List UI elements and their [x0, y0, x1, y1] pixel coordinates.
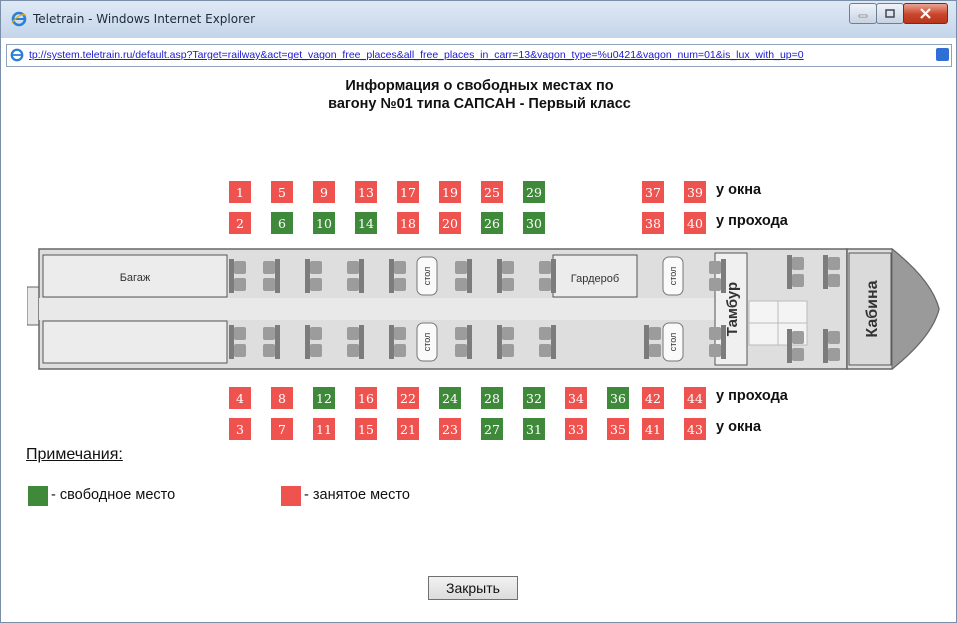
seat-18[interactable]: 18 [397, 212, 419, 234]
seat-38[interactable]: 38 [642, 212, 664, 234]
row-label-bottom-window: у окна [716, 419, 762, 435]
seat-44[interactable]: 44 [684, 387, 706, 409]
ie-logo-icon [11, 11, 27, 32]
baggage-label: Багаж [120, 272, 151, 284]
table-label-4: стол [668, 333, 678, 352]
seat-21[interactable]: 21 [397, 418, 419, 440]
seat-4[interactable]: 4 [229, 387, 251, 409]
seat-26[interactable]: 26 [481, 212, 503, 234]
seat-40[interactable]: 40 [684, 212, 706, 234]
seat-23[interactable]: 23 [439, 418, 461, 440]
cabin-label: Кабина [864, 280, 881, 337]
seat-22[interactable]: 22 [397, 387, 419, 409]
seat-13[interactable]: 13 [355, 181, 377, 203]
close-button[interactable]: Закрыть [428, 576, 518, 600]
seat-41[interactable]: 41 [642, 418, 664, 440]
maximize-button[interactable] [876, 3, 904, 24]
seat-2[interactable]: 2 [229, 212, 251, 234]
train-car-diagram: Багаж Гардероб стол стол стол стол Тамбу… [27, 247, 940, 371]
seat-37[interactable]: 37 [642, 181, 664, 203]
legend-free-swatch [28, 486, 48, 506]
page-title: Информация о свободных местах по вагону … [1, 77, 957, 113]
maximize-icon [885, 9, 895, 18]
row-label-bottom-aisle: у прохода [716, 388, 788, 404]
seat-3[interactable]: 3 [229, 418, 251, 440]
minimize-icon [858, 14, 868, 17]
close-icon [920, 8, 931, 19]
seat-35[interactable]: 35 [607, 418, 629, 440]
page-action-icon[interactable] [936, 48, 949, 61]
seat-9[interactable]: 9 [313, 181, 335, 203]
seat-1[interactable]: 1 [229, 181, 251, 203]
wardrobe-label: Гардероб [571, 273, 619, 285]
seat-31[interactable]: 31 [523, 418, 545, 440]
legend-occupied-swatch [281, 486, 301, 506]
close-window-button[interactable] [903, 3, 948, 24]
browser-window: Teletrain - Windows Internet Explorer tp… [0, 0, 957, 623]
seat-10[interactable]: 10 [313, 212, 335, 234]
row-label-top-aisle: у прохода [716, 213, 788, 229]
legend-occupied-label: - занятое место [304, 487, 410, 503]
seat-5[interactable]: 5 [271, 181, 293, 203]
row-label-top-window: у окна [716, 182, 762, 198]
seat-11[interactable]: 11 [313, 418, 335, 440]
seat-32[interactable]: 32 [523, 387, 545, 409]
vestibule-label: Тамбур [724, 282, 741, 336]
table-label-1: стол [422, 267, 432, 286]
seat-29[interactable]: 29 [523, 181, 545, 203]
seat-19[interactable]: 19 [439, 181, 461, 203]
seat-20[interactable]: 20 [439, 212, 461, 234]
title-line-1: Информация о свободных местах по [345, 78, 614, 94]
address-bar[interactable]: tp://system.teletrain.ru/default.asp?Tar… [6, 44, 952, 67]
seat-17[interactable]: 17 [397, 181, 419, 203]
seat-27[interactable]: 27 [481, 418, 503, 440]
title-bar: Teletrain - Windows Internet Explorer [1, 1, 956, 38]
notes-heading: Примечания: [26, 446, 123, 463]
seat-12[interactable]: 12 [313, 387, 335, 409]
seat-7[interactable]: 7 [271, 418, 293, 440]
seat-33[interactable]: 33 [565, 418, 587, 440]
seat-8[interactable]: 8 [271, 387, 293, 409]
seat-39[interactable]: 39 [684, 181, 706, 203]
address-url[interactable]: tp://system.teletrain.ru/default.asp?Tar… [29, 49, 929, 61]
window-title: Teletrain - Windows Internet Explorer [33, 12, 256, 26]
minimize-button[interactable] [849, 3, 877, 24]
seat-6[interactable]: 6 [271, 212, 293, 234]
seat-28[interactable]: 28 [481, 387, 503, 409]
seat-15[interactable]: 15 [355, 418, 377, 440]
table-label-2: стол [422, 333, 432, 352]
seat-25[interactable]: 25 [481, 181, 503, 203]
seat-43[interactable]: 43 [684, 418, 706, 440]
seat-16[interactable]: 16 [355, 387, 377, 409]
table-label-3: стол [668, 267, 678, 286]
seat-34[interactable]: 34 [565, 387, 587, 409]
page-ie-icon [10, 48, 24, 67]
seat-36[interactable]: 36 [607, 387, 629, 409]
seat-42[interactable]: 42 [642, 387, 664, 409]
title-line-2: вагону №01 типа САПСАН - Первый класс [328, 96, 631, 112]
legend-free-label: - свободное место [51, 487, 176, 503]
seat-24[interactable]: 24 [439, 387, 461, 409]
seat-14[interactable]: 14 [355, 212, 377, 234]
seat-30[interactable]: 30 [523, 212, 545, 234]
